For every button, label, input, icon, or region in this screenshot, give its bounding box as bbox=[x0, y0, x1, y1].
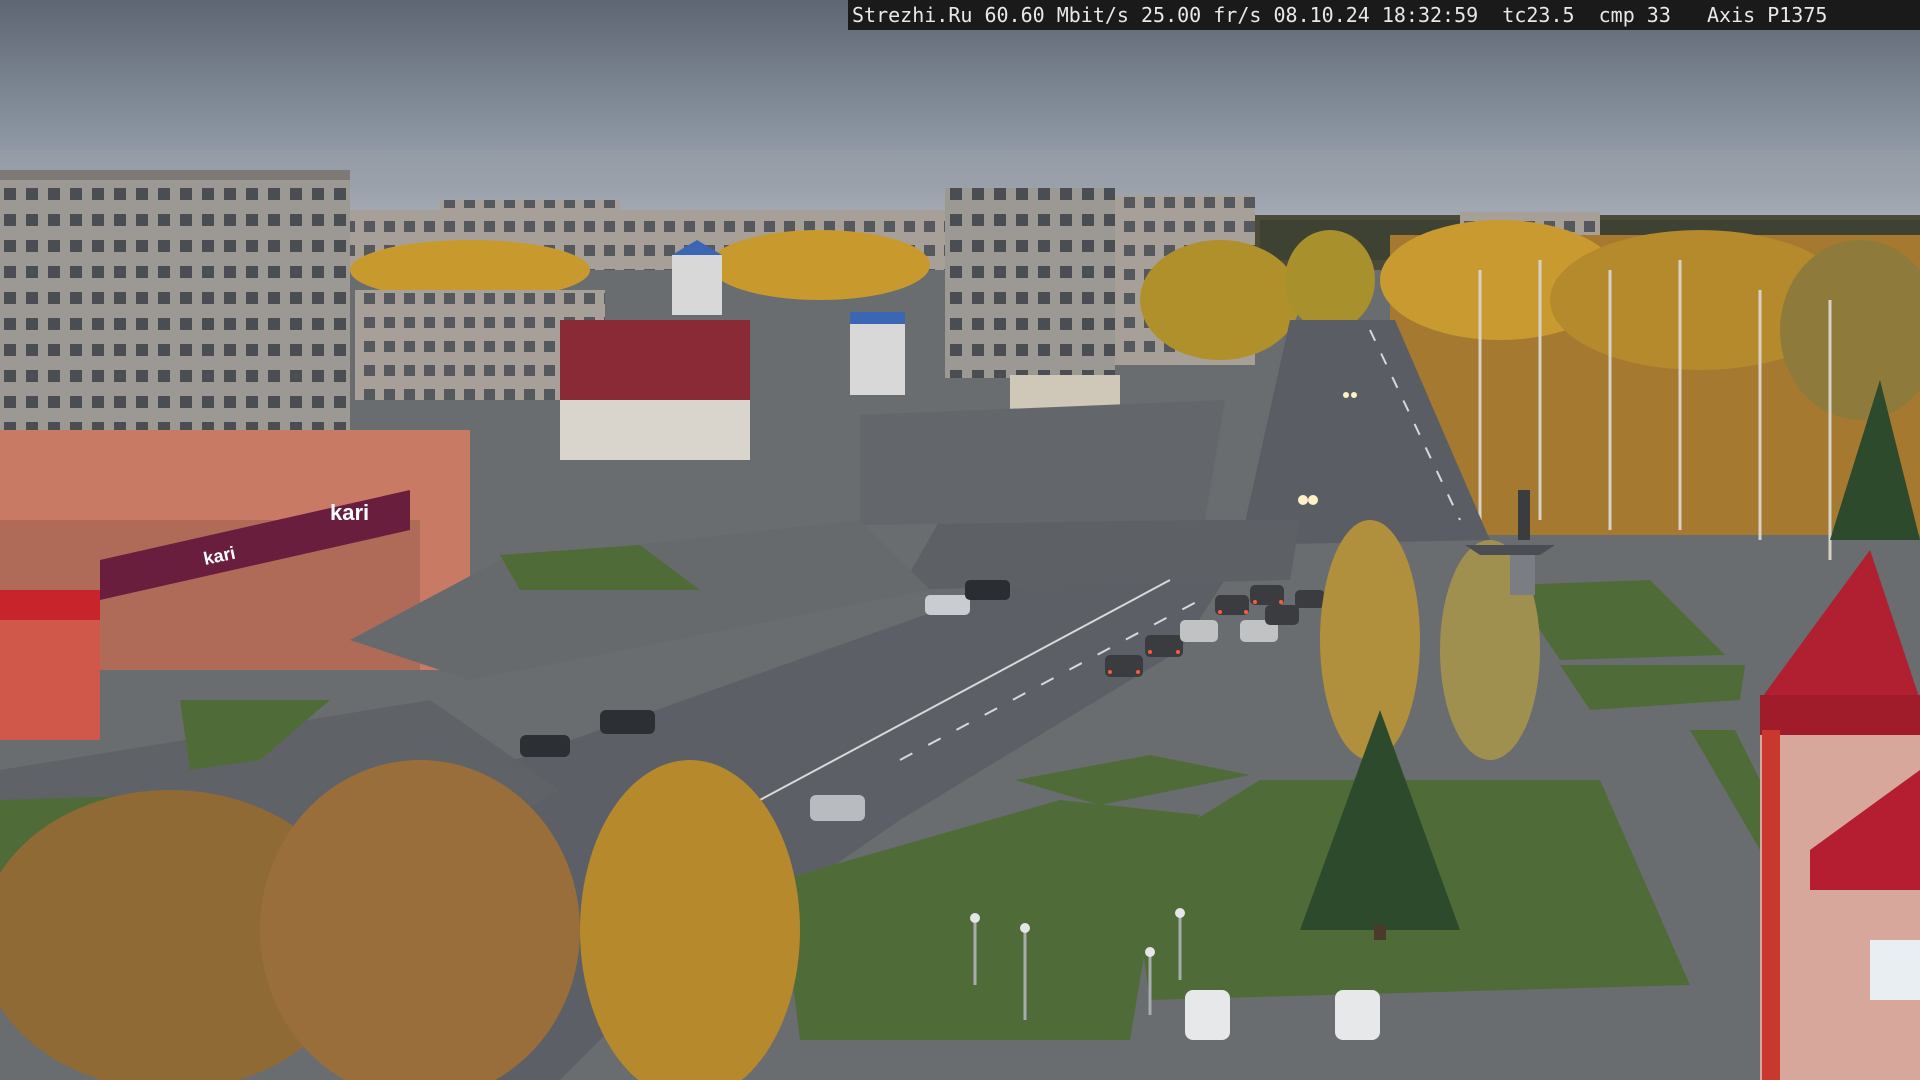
osd-cmp: cmp 33 bbox=[1598, 3, 1671, 27]
osd-site: Strezhi.Ru bbox=[852, 3, 973, 27]
osd-bitrate: 60.60 Mbit/s bbox=[984, 3, 1129, 27]
central-apartment-block bbox=[945, 188, 1115, 378]
osd-framerate: 25.00 fr/s bbox=[1141, 3, 1262, 27]
osd-camera-model: Axis P1375 bbox=[1707, 3, 1828, 27]
osd-tc: tc23.5 bbox=[1502, 3, 1575, 27]
blue-roof-tower bbox=[672, 255, 722, 315]
red-roof-building bbox=[560, 320, 750, 400]
camera-osd-overlay: Strezhi.Ru 60.60 Mbit/s 25.00 fr/s 08.10… bbox=[848, 0, 1920, 30]
webcam-scene: kari kari bbox=[0, 0, 1920, 1080]
plaza bbox=[860, 400, 1225, 525]
osd-datetime: 08.10.24 18:32:59 bbox=[1273, 3, 1479, 27]
store-sign-kari: kari bbox=[330, 500, 369, 525]
